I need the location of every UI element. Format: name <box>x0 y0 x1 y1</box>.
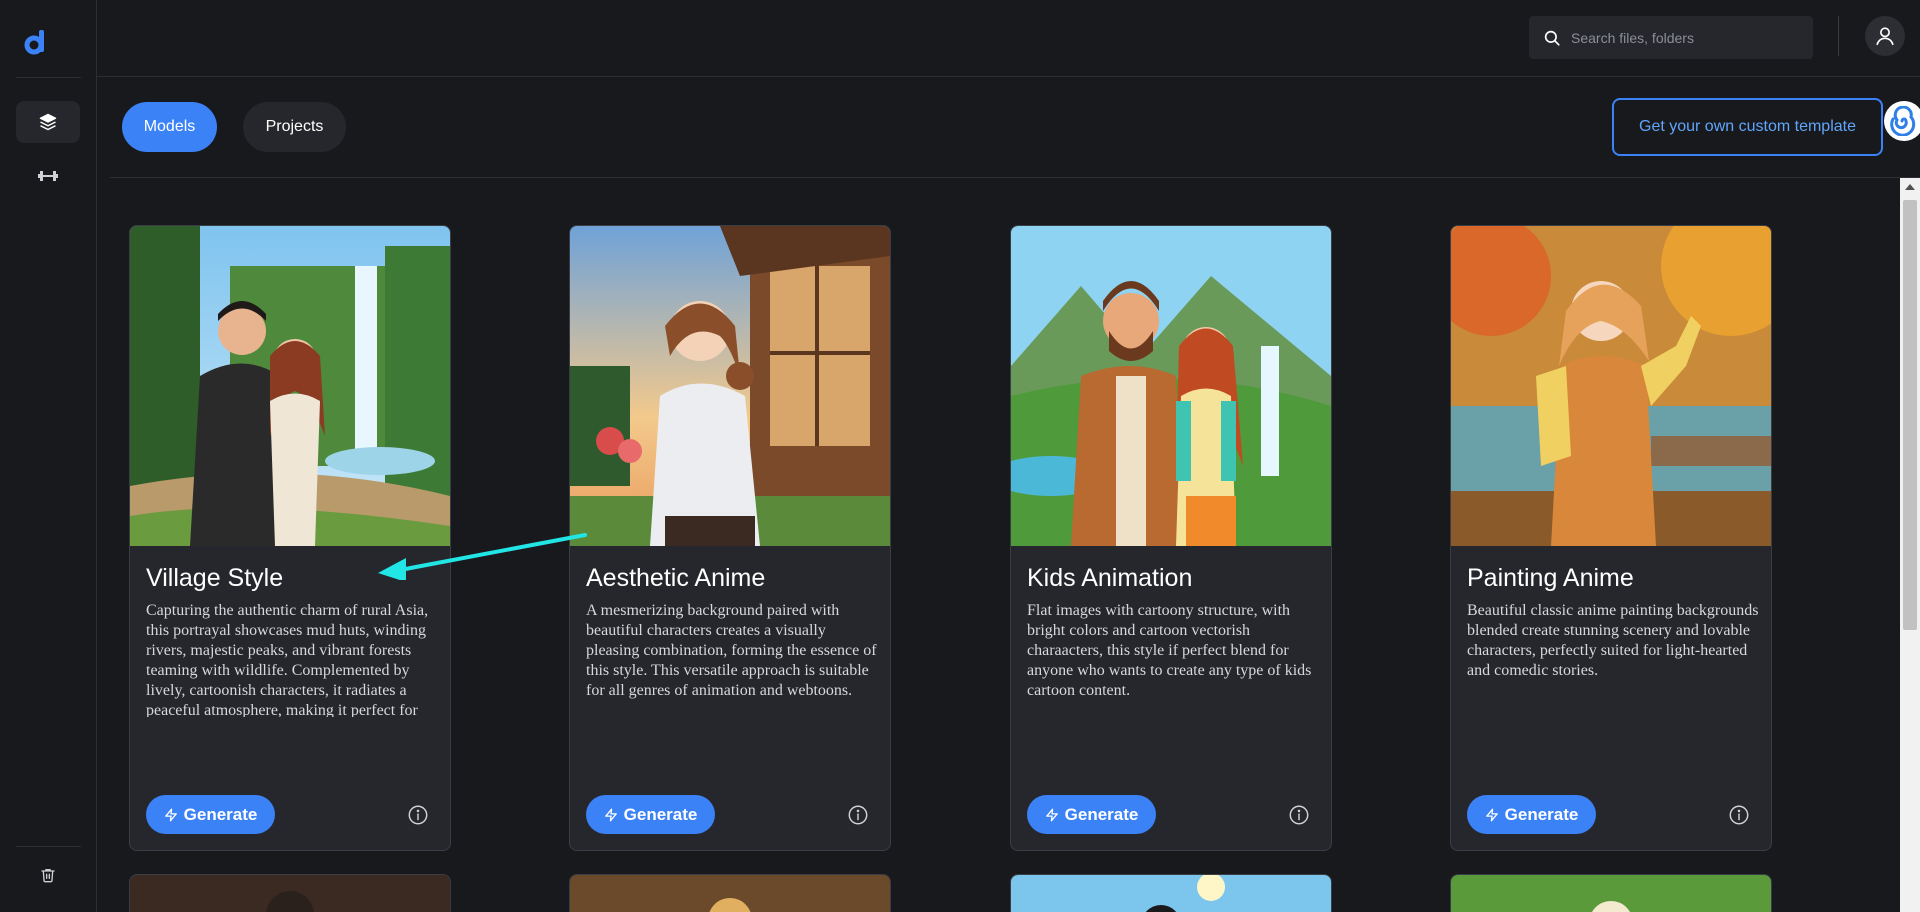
model-card-village-style[interactable]: Village Style Capturing the authentic ch… <box>129 225 451 851</box>
model-card-kids-animation[interactable]: Kids Animation Flat images with cartoony… <box>1010 225 1332 851</box>
generate-label: Generate <box>1064 804 1139 824</box>
user-icon <box>1876 27 1894 46</box>
sidebar-item-trash[interactable] <box>16 854 80 896</box>
search-icon <box>1544 30 1560 46</box>
card-image <box>1011 226 1331 546</box>
card-image <box>570 226 890 546</box>
model-card-painting-anime[interactable]: Painting Anime Beautiful classic anime p… <box>1450 225 1772 851</box>
card-description: Beautiful classic anime painting backgro… <box>1467 602 1759 679</box>
card-image <box>1011 875 1331 912</box>
custom-template-button[interactable]: Get your own custom template <box>1612 98 1883 156</box>
model-card-partial[interactable] <box>1450 874 1772 912</box>
top-bar <box>97 0 1920 77</box>
lightning-icon <box>1045 808 1058 821</box>
tab-models[interactable]: Models <box>122 102 217 152</box>
card-image <box>130 226 450 546</box>
card-title: Aesthetic Anime <box>586 564 766 592</box>
lightning-icon <box>164 808 177 821</box>
generate-label: Generate <box>1504 804 1579 824</box>
scroll-up-arrow[interactable] <box>1905 184 1915 190</box>
card-title: Village Style <box>146 564 284 592</box>
generate-label: Generate <box>183 804 258 824</box>
generate-label: Generate <box>623 804 698 824</box>
tab-projects[interactable]: Projects <box>243 102 346 152</box>
search-box[interactable] <box>1529 16 1813 59</box>
assistant-badge[interactable] <box>1884 101 1920 141</box>
generate-button[interactable]: Generate <box>1027 795 1156 834</box>
model-card-partial[interactable] <box>569 874 891 912</box>
card-image <box>130 875 450 912</box>
scrollbar[interactable] <box>1900 178 1920 912</box>
card-image <box>570 875 890 912</box>
topbar-separator <box>1838 16 1839 56</box>
sidebar-divider <box>16 77 81 78</box>
search-input[interactable] <box>1571 29 1801 46</box>
content-divider <box>110 177 1920 178</box>
model-card-partial[interactable] <box>129 874 451 912</box>
info-icon[interactable] <box>407 804 429 826</box>
avatar[interactable] <box>1865 16 1905 56</box>
lightning-icon <box>1485 808 1498 821</box>
sidebar <box>0 0 97 912</box>
info-icon[interactable] <box>1288 804 1310 826</box>
model-card-aesthetic-anime[interactable]: Aesthetic Anime A mesmerizing background… <box>569 225 891 851</box>
trash-icon <box>41 869 55 883</box>
scroll-thumb[interactable] <box>1903 200 1917 630</box>
info-icon[interactable] <box>1728 804 1750 826</box>
dumbbell-icon <box>38 171 58 181</box>
card-title: Painting Anime <box>1467 564 1634 592</box>
generate-button[interactable]: Generate <box>586 795 715 834</box>
generate-button[interactable]: Generate <box>1467 795 1596 834</box>
card-description: A mesmerizing background paired with bea… <box>586 602 877 699</box>
card-image <box>1451 875 1771 912</box>
info-icon[interactable] <box>847 804 869 826</box>
sidebar-item-training[interactable] <box>16 155 80 197</box>
generate-button[interactable]: Generate <box>146 795 275 834</box>
layers-icon <box>39 113 57 131</box>
card-description: Capturing the authentic charm of rural A… <box>146 602 429 717</box>
logo-icon[interactable] <box>22 26 52 56</box>
lightning-icon <box>604 808 617 821</box>
sidebar-divider <box>16 846 81 847</box>
sidebar-item-models[interactable] <box>16 101 80 143</box>
card-description: Flat images with cartoony structure, wit… <box>1027 602 1312 699</box>
spiral-icon <box>1890 106 1916 136</box>
model-card-partial[interactable] <box>1010 874 1332 912</box>
card-title: Kids Animation <box>1027 564 1193 592</box>
card-image <box>1451 226 1771 546</box>
